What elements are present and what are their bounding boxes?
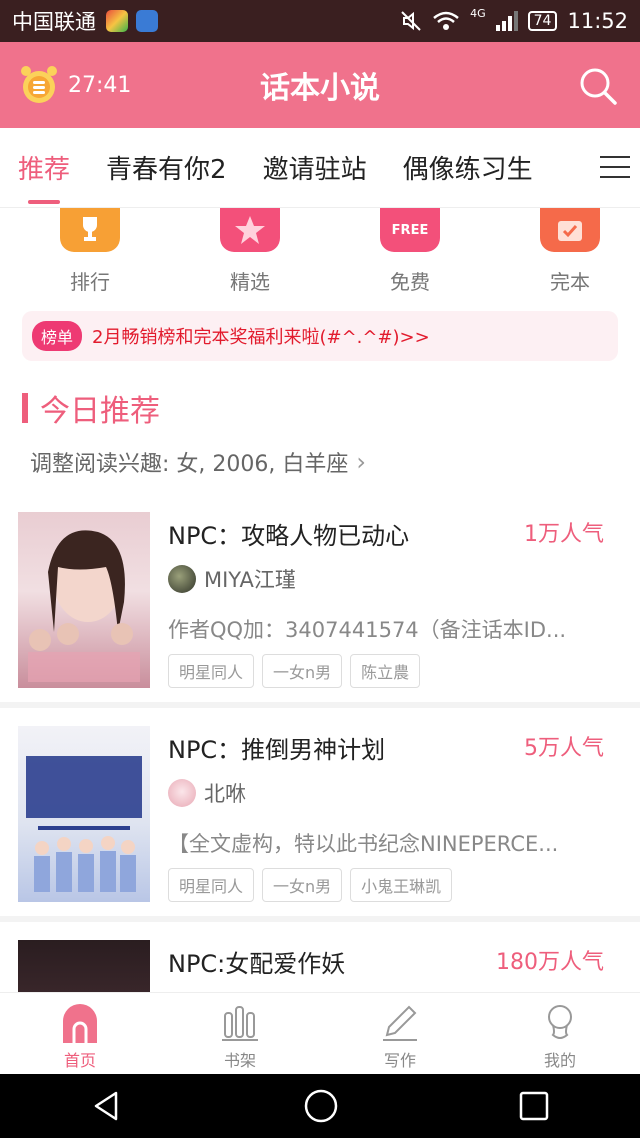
interest-text: 调整阅读兴趣: 女, 2006, 白羊座	[30, 452, 349, 477]
nav-home[interactable]: 首页	[0, 993, 160, 1074]
book-author[interactable]: MIYA江瑾	[168, 564, 296, 594]
home-icon	[63, 1004, 97, 1043]
app-notification-icon	[106, 10, 128, 32]
signal-icon	[495, 11, 518, 31]
book-description: 【全文虚构，特以此书纪念NINEPERCE...	[168, 832, 559, 856]
announcement-text: 2月畅销榜和完本奖福利来啦(#^.^#)>>	[92, 327, 430, 348]
wifi-icon	[433, 11, 459, 30]
app-header: 27:41 话本小说	[0, 42, 640, 128]
alarm-clock-icon	[21, 66, 57, 103]
avatar	[168, 779, 196, 807]
category-menu-icon[interactable]	[600, 156, 630, 180]
book-author[interactable]: 北咻	[168, 778, 246, 808]
nav-label: 书架	[223, 1051, 256, 1070]
quick-entry-ranking[interactable]: 排行	[20, 208, 160, 298]
trophy-icon	[60, 208, 120, 252]
nav-label: 写作	[383, 1051, 416, 1070]
quick-entry-label: 精选	[230, 270, 270, 294]
star-icon	[220, 208, 280, 252]
quick-entries: 排行 精选 FREE 免费 完本	[0, 208, 640, 298]
nav-write[interactable]: 写作	[320, 993, 480, 1074]
clock: 11:52	[567, 9, 628, 33]
tab-invite[interactable]: 邀请驻站	[263, 149, 367, 186]
nav-label: 我的	[543, 1051, 576, 1070]
book-tag[interactable]: 陈立農	[350, 654, 421, 688]
book-popularity: 5万人气	[524, 736, 604, 761]
book-tags: 明星同人 一女n男 小鬼王琳凯	[168, 868, 453, 902]
pen-icon	[383, 1005, 417, 1041]
quick-entry-free[interactable]: FREE 免费	[340, 208, 480, 298]
quick-entry-featured[interactable]: 精选	[180, 208, 320, 298]
network-label: 4G	[470, 6, 486, 20]
nav-profile[interactable]: 我的	[480, 993, 640, 1074]
book-card[interactable]: NPC:女配爱作妖 180万人气	[0, 940, 640, 992]
tab-youth-with-you[interactable]: 青春有你2	[106, 149, 227, 186]
book-popularity: 180万人气	[496, 950, 604, 975]
book-title: NPC：攻略人物已动心	[168, 522, 410, 550]
author-name: MIYA江瑾	[204, 568, 296, 592]
quick-entry-label: 完本	[550, 270, 590, 294]
nav-bookshelf[interactable]: 书架	[160, 993, 320, 1074]
free-badge-text: FREE	[391, 222, 429, 238]
book-description: 作者QQ加：3407441574（备注话本ID...	[168, 618, 567, 642]
battery-indicator: 74	[527, 11, 558, 31]
back-icon[interactable]	[90, 1089, 124, 1123]
system-navigation-bar	[0, 1074, 640, 1138]
book-popularity: 1万人气	[524, 522, 604, 547]
book-title: NPC：推倒男神计划	[168, 736, 386, 764]
avatar	[168, 565, 196, 593]
chevron-right-icon: ›	[356, 448, 366, 476]
quick-entry-completed[interactable]: 完本	[500, 208, 640, 298]
mute-icon	[401, 11, 421, 31]
quick-entry-label: 免费	[390, 270, 430, 294]
timer-value: 27:41	[68, 72, 132, 98]
check-icon	[540, 208, 600, 252]
book-tag[interactable]: 一女n男	[262, 654, 343, 688]
nav-label: 首页	[63, 1051, 96, 1070]
reading-interest-link[interactable]: 调整阅读兴趣: 女, 2006, 白羊座 ›	[30, 446, 366, 478]
book-card[interactable]: NPC：攻略人物已动心 1万人气 MIYA江瑾 作者QQ加：3407441574…	[0, 512, 640, 708]
reading-timer[interactable]: 27:41	[18, 64, 131, 106]
book-tag[interactable]: 明星同人	[168, 654, 255, 688]
bookshelf-icon	[222, 1006, 258, 1041]
book-cover	[18, 940, 150, 992]
profile-icon	[548, 1005, 572, 1039]
tab-recommend[interactable]: 推荐	[18, 149, 70, 204]
tab-idol-producer[interactable]: 偶像练习生	[403, 149, 533, 186]
book-title: NPC:女配爱作妖	[168, 950, 346, 978]
home-circle-icon[interactable]	[303, 1088, 339, 1124]
gallery-notification-icon	[136, 10, 158, 32]
author-name: 北咻	[204, 782, 246, 806]
book-cover	[18, 512, 150, 688]
book-tag[interactable]: 明星同人	[168, 868, 255, 902]
section-header: 今日推荐	[22, 386, 160, 430]
category-tabs: 推荐 青春有你2 邀请驻站 偶像练习生	[0, 128, 640, 208]
book-tag[interactable]: 小鬼王琳凯	[350, 868, 453, 902]
book-cover	[18, 726, 150, 902]
bottom-navigation: 首页 书架 写作 我的	[0, 992, 640, 1074]
book-card[interactable]: NPC：推倒男神计划 5万人气 北咻 【全文虚构，特以此书纪念NINEPERCE…	[0, 726, 640, 922]
status-bar: 中国联通 4G 74 11:52	[0, 0, 640, 42]
announcement-banner[interactable]: 榜单 2月畅销榜和完本奖福利来啦(#^.^#)>>	[22, 311, 618, 361]
carrier-label: 中国联通	[12, 10, 96, 34]
recent-apps-icon[interactable]	[518, 1090, 550, 1122]
book-tags: 明星同人 一女n男 陈立農	[168, 654, 421, 688]
free-icon: FREE	[380, 208, 440, 252]
section-accent-bar	[22, 393, 28, 423]
search-icon[interactable]	[576, 64, 620, 108]
quick-entry-label: 排行	[70, 270, 110, 294]
section-title: 今日推荐	[40, 394, 160, 429]
book-tag[interactable]: 一女n男	[262, 868, 343, 902]
ranking-badge: 榜单	[32, 321, 83, 351]
